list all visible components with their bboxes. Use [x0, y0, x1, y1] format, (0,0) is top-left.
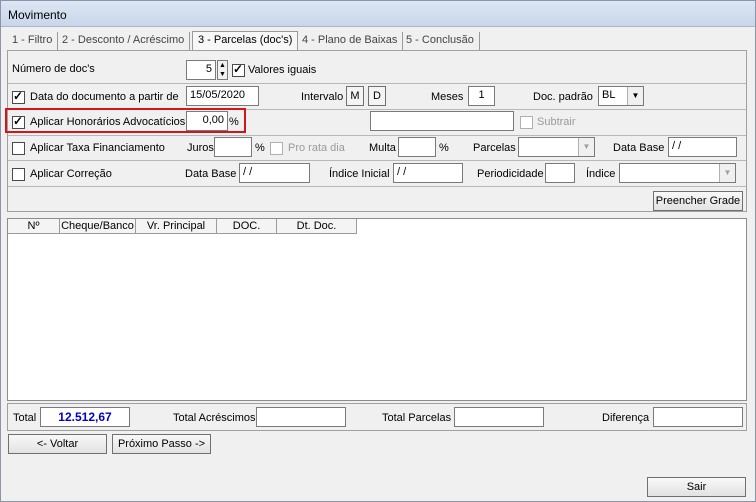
taxa-financiamento-label: Aplicar Taxa Financiamento: [30, 142, 165, 154]
voltar-button[interactable]: <- Voltar: [8, 434, 107, 454]
total-parcelas-label: Total Parcelas: [382, 412, 452, 424]
data-doc-checkbox[interactable]: ✓: [12, 89, 25, 104]
taxa-data-base-input[interactable]: / /: [668, 137, 737, 157]
correcao-data-base-input[interactable]: / /: [239, 163, 310, 183]
taxa-data-base-label: Data Base: [613, 142, 665, 154]
tab-parcelas[interactable]: 3 - Parcelas (doc's): [192, 31, 299, 50]
juros-input[interactable]: [214, 137, 252, 157]
num-docs-label: Número de doc's: [12, 63, 95, 75]
chevron-down-icon: ▼: [578, 138, 594, 156]
juros-percent: %: [255, 142, 265, 154]
subtrair-checkbox[interactable]: [520, 116, 533, 129]
meses-label: Meses: [431, 91, 464, 103]
doc-padrao-value: BL: [602, 89, 616, 101]
pro-rata-checkbox[interactable]: [270, 142, 283, 155]
taxa-financiamento-checkbox[interactable]: [12, 142, 25, 155]
col-vr-principal[interactable]: Vr. Principal: [136, 219, 217, 234]
valores-iguais-label: Valores iguais: [248, 64, 317, 76]
total-acrescimos-label: Total Acréscimos: [173, 412, 256, 424]
indice-inicial-label: Índice Inicial: [329, 168, 390, 180]
multa-input[interactable]: [398, 137, 436, 157]
indice-select[interactable]: ▼: [619, 163, 736, 183]
parcelas-grid[interactable]: Nº Cheque/Banco Vr. Principal DOC. Dt. D…: [7, 218, 747, 401]
total-label: Total: [13, 412, 37, 424]
pro-rata-label: Pro rata dia: [288, 142, 345, 154]
chevron-down-icon: ▼: [627, 87, 643, 105]
tab-conclusao[interactable]: 5 - Conclusão: [401, 32, 480, 50]
tab-desconto-acrescimo[interactable]: 2 - Desconto / Acréscimo: [57, 32, 191, 50]
num-docs-input[interactable]: 5: [186, 60, 216, 80]
correcao-checkbox[interactable]: [12, 168, 25, 181]
num-docs-spinner[interactable]: ▲ ▼: [217, 60, 228, 80]
preencher-grade-button[interactable]: Preencher Grade: [653, 191, 743, 211]
total-acrescimos-input[interactable]: [256, 407, 346, 427]
sair-button[interactable]: Sair: [647, 477, 746, 497]
honorarios-description-input[interactable]: [370, 111, 514, 131]
multa-label: Multa: [369, 142, 396, 154]
correcao-label: Aplicar Correção: [30, 168, 112, 180]
juros-label: Juros: [187, 142, 214, 154]
periodicidade-label: Periodicidade: [477, 168, 544, 180]
diferenca-label: Diferença: [602, 412, 650, 424]
chevron-down-icon: ▼: [719, 164, 735, 182]
intervalo-label: Intervalo: [301, 91, 344, 103]
movimento-window: Movimento 1 - Filtro 2 - Desconto / Acré…: [0, 0, 756, 502]
tab-filtro[interactable]: 1 - Filtro: [7, 32, 59, 50]
intervalo-m-button[interactable]: M: [346, 86, 364, 106]
data-doc-label: Data do documento a partir de: [30, 91, 179, 103]
parcelas-label: Parcelas: [473, 142, 516, 154]
multa-percent: %: [439, 142, 449, 154]
total-parcelas-input[interactable]: [454, 407, 544, 427]
indice-label: Índice: [586, 168, 616, 180]
title-bar: Movimento: [1, 1, 755, 27]
totals-panel: Total 12.512,67 Total Acréscimos Total P…: [7, 403, 747, 431]
correcao-data-base-label: Data Base: [185, 168, 237, 180]
grid-header: Nº Cheque/Banco Vr. Principal DOC. Dt. D…: [8, 219, 357, 234]
proximo-passo-button[interactable]: Próximo Passo ->: [112, 434, 211, 454]
total-value: 12.512,67: [40, 407, 130, 427]
periodicidade-input[interactable]: [545, 163, 575, 183]
intervalo-d-button[interactable]: D: [368, 86, 386, 106]
meses-input[interactable]: 1: [468, 86, 495, 106]
diferenca-input[interactable]: [653, 407, 743, 427]
doc-padrao-select[interactable]: BL ▼: [598, 86, 644, 106]
data-doc-input[interactable]: 15/05/2020: [186, 86, 259, 106]
valores-iguais-checkbox[interactable]: ✓: [232, 62, 245, 77]
doc-padrao-label: Doc. padrão: [533, 91, 593, 103]
highlight-box: [5, 108, 246, 133]
col-doc[interactable]: DOC.: [217, 219, 277, 234]
window-title: Movimento: [8, 8, 67, 22]
parcelas-select[interactable]: ▼: [518, 137, 595, 157]
tab-plano-de-baixas[interactable]: 4 - Plano de Baixas: [297, 32, 404, 50]
indice-inicial-input[interactable]: / /: [393, 163, 463, 183]
subtrair-label: Subtrair: [537, 116, 576, 128]
col-cheque-banco[interactable]: Cheque/Banco: [60, 219, 136, 234]
col-numero[interactable]: Nº: [8, 219, 60, 234]
col-dt-doc[interactable]: Dt. Doc.: [277, 219, 357, 234]
